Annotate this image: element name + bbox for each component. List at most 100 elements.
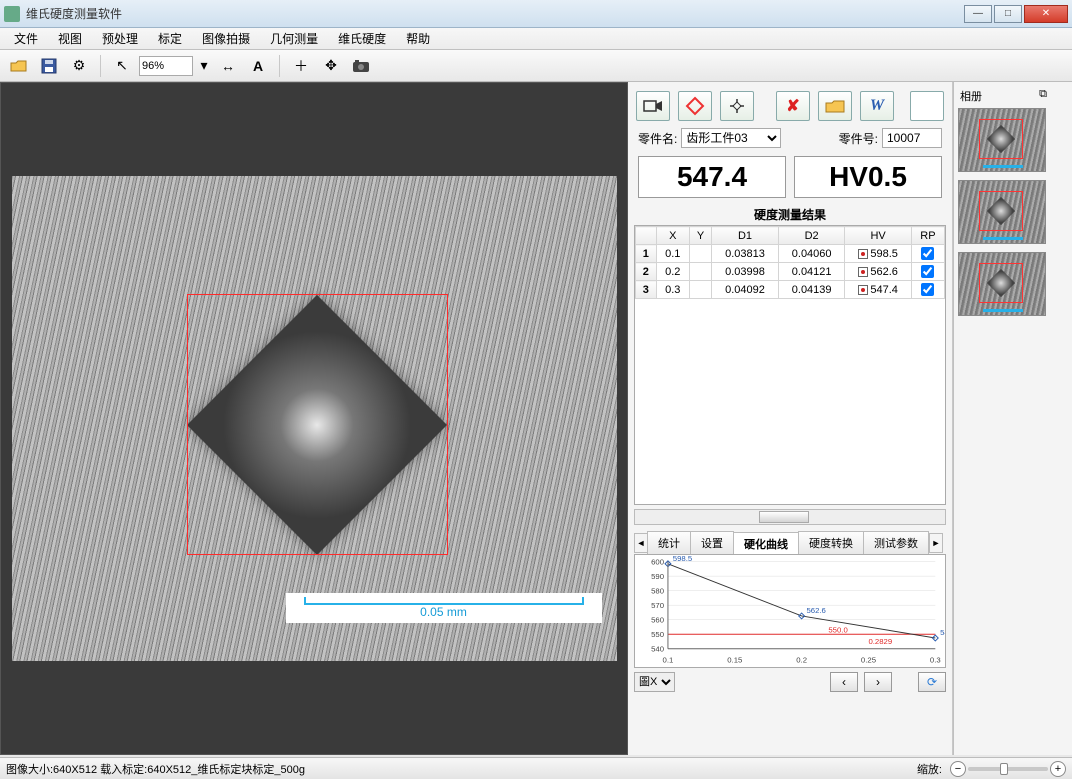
hardening-curve-chart: 5405505605705805906000.10.150.20.250.355… — [634, 554, 946, 668]
album-title: 相册 — [960, 88, 982, 104]
delete-button[interactable]: ✘ — [776, 91, 810, 121]
rp-checkbox[interactable] — [921, 247, 934, 260]
svg-text:600: 600 — [651, 558, 664, 567]
roi-rectangle[interactable] — [187, 294, 448, 555]
chart-next-button[interactable]: › — [864, 672, 892, 692]
rp-checkbox[interactable] — [921, 283, 934, 296]
part-no-input[interactable] — [882, 128, 942, 148]
svg-text:0.15: 0.15 — [727, 655, 742, 664]
svg-text:0.1: 0.1 — [663, 655, 674, 664]
album-detach-icon[interactable]: ⧉ — [1039, 88, 1047, 104]
close-button[interactable]: ✕ — [1024, 5, 1068, 23]
word-export-button[interactable]: W — [860, 91, 894, 121]
album-thumb-1[interactable] — [958, 108, 1046, 172]
album-panel: 相册 ⧉ — [953, 82, 1053, 755]
open-button[interactable] — [6, 54, 32, 78]
tab-0[interactable]: 统计 — [647, 531, 691, 554]
axis-select[interactable]: 圖X — [634, 672, 675, 692]
chart-refresh-button[interactable]: ⟳ — [918, 672, 946, 692]
tab-3[interactable]: 硬度转换 — [798, 531, 864, 554]
tabs-scroll-left[interactable]: ◄ — [634, 533, 648, 553]
zoom-out-button[interactable]: − — [950, 761, 966, 777]
save-button[interactable] — [36, 54, 62, 78]
zoom-in-button[interactable]: + — [1050, 761, 1066, 777]
auto-locate-button[interactable] — [720, 91, 754, 121]
tab-2[interactable]: 硬化曲线 — [733, 532, 799, 555]
part-name-select[interactable]: 齿形工件03 — [681, 128, 781, 148]
menu-帮助[interactable]: 帮助 — [396, 30, 440, 47]
svg-text:550.0: 550.0 — [828, 625, 847, 634]
move-tool[interactable]: ✥ — [318, 54, 344, 78]
rp-checkbox[interactable] — [921, 265, 934, 278]
table-row[interactable]: 30.30.040920.04139547.4 — [636, 281, 945, 299]
scale-label: 0.05 mm — [420, 605, 467, 619]
hardness-value: 547.4 — [638, 156, 786, 198]
horizontal-scrollbar[interactable] — [634, 509, 946, 525]
table-row[interactable]: 20.20.039980.04121562.6 — [636, 263, 945, 281]
table-row[interactable]: 10.10.038130.04060598.5 — [636, 245, 945, 263]
col-header[interactable]: D1 — [712, 227, 779, 245]
title-bar: 维氏硬度测量软件 — □ ✕ — [0, 0, 1072, 28]
col-header[interactable]: RP — [911, 227, 944, 245]
svg-text:560: 560 — [651, 616, 664, 625]
svg-text:0.25: 0.25 — [861, 655, 876, 664]
results-table-wrap[interactable]: XYD1D2HVRP 10.10.038130.04060598.520.20.… — [634, 225, 946, 505]
svg-text:580: 580 — [651, 587, 664, 596]
maximize-button[interactable]: □ — [994, 5, 1022, 23]
album-thumb-2[interactable] — [958, 180, 1046, 244]
tab-1[interactable]: 设置 — [690, 531, 734, 554]
part-name-label: 零件名: — [638, 130, 677, 147]
part-no-label: 零件号: — [839, 130, 878, 147]
svg-text:550: 550 — [651, 630, 664, 639]
tabs-scroll-right[interactable]: ► — [929, 533, 943, 553]
image-viewport[interactable]: 0.05 mm — [12, 176, 617, 661]
menu-视图[interactable]: 视图 — [48, 30, 92, 47]
zoom-select[interactable] — [139, 56, 193, 76]
album-thumb-3[interactable] — [958, 252, 1046, 316]
app-icon — [4, 6, 20, 22]
image-viewer-pane: 0.05 mm — [0, 82, 628, 755]
video-button[interactable] — [636, 91, 670, 121]
bottom-tabs: ◄统计设置硬化曲线硬度转换测试参数► — [634, 531, 946, 554]
zoom-dropdown[interactable]: ▾ — [197, 54, 211, 78]
svg-text:0.3: 0.3 — [930, 655, 941, 664]
menu-图像拍摄[interactable]: 图像拍摄 — [192, 30, 260, 47]
menu-文件[interactable]: 文件 — [4, 30, 48, 47]
svg-text:0.2829: 0.2829 — [868, 637, 892, 646]
app-title: 维氏硬度测量软件 — [26, 5, 122, 22]
scale-bar: 0.05 mm — [286, 593, 602, 623]
blank-button[interactable] — [910, 91, 944, 121]
chart-prev-button[interactable]: ‹ — [830, 672, 858, 692]
zoom-slider[interactable] — [968, 767, 1048, 771]
measure-toolbar: ✘ W — [632, 88, 948, 124]
menu-维氏硬度[interactable]: 维氏硬度 — [328, 30, 396, 47]
col-header[interactable]: Y — [689, 227, 711, 245]
menu-几何测量[interactable]: 几何测量 — [260, 30, 328, 47]
text-tool[interactable]: A — [245, 54, 271, 78]
measurement-panel: ✘ W 零件名: 齿形工件03 零件号: 547.4 HV0.5 硬度测量结果 … — [628, 82, 953, 755]
zoom-label: 缩放: — [917, 761, 942, 777]
pointer-tool[interactable]: ↖ — [109, 54, 135, 78]
main-toolbar: ⚙ ↖ ▾ ↔ A ＋ ✥ — [0, 50, 1072, 82]
col-header[interactable]: D2 — [778, 227, 845, 245]
hardness-scale: HV0.5 — [794, 156, 942, 198]
menu-标定[interactable]: 标定 — [148, 30, 192, 47]
col-header[interactable]: HV — [845, 227, 911, 245]
results-table: XYD1D2HVRP 10.10.038130.04060598.520.20.… — [635, 226, 945, 299]
menu-预处理[interactable]: 预处理 — [92, 30, 148, 47]
indent-detect-button[interactable] — [678, 91, 712, 121]
svg-text:540: 540 — [651, 645, 664, 654]
col-header[interactable] — [636, 227, 657, 245]
open-folder-button[interactable] — [818, 91, 852, 121]
crosshair-tool[interactable]: ＋ — [288, 54, 314, 78]
svg-text:562.6: 562.6 — [806, 606, 825, 615]
measure-tool[interactable]: ↔ — [215, 54, 241, 78]
settings-button[interactable]: ⚙ — [66, 54, 92, 78]
minimize-button[interactable]: — — [964, 5, 992, 23]
status-bar: 图像大小:640X512 载入标定:640X512_维氏标定块标定_500g 缩… — [0, 757, 1072, 779]
camera-button[interactable] — [348, 54, 374, 78]
col-header[interactable]: X — [656, 227, 689, 245]
tab-4[interactable]: 测试参数 — [863, 531, 929, 554]
svg-text:598.5: 598.5 — [673, 555, 692, 563]
status-text: 图像大小:640X512 载入标定:640X512_维氏标定块标定_500g — [6, 761, 305, 777]
